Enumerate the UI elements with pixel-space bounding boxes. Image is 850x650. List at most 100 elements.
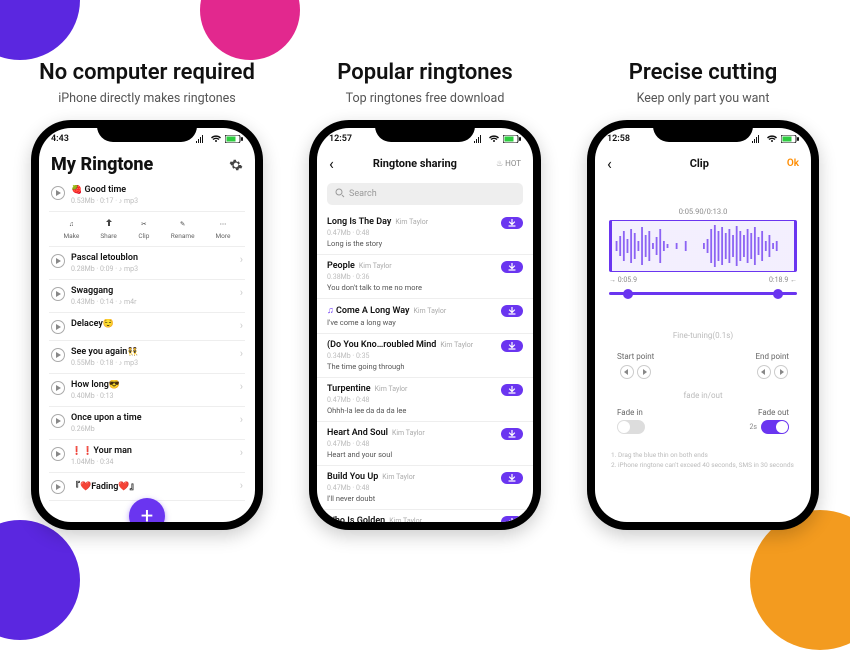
back-button[interactable]: ‹ (329, 154, 334, 173)
chevron-right-icon: › (240, 253, 243, 266)
download-button[interactable] (501, 305, 523, 317)
play-icon[interactable] (51, 320, 65, 334)
play-icon[interactable] (51, 348, 65, 362)
download-button[interactable] (501, 340, 523, 352)
action-share[interactable]: Share (100, 218, 117, 240)
play-icon[interactable] (51, 254, 65, 268)
panel-heading: Precise cutting (629, 60, 778, 85)
action-make[interactable]: ♫Make (63, 218, 79, 240)
panel-subheading: Keep only part you want (637, 91, 770, 106)
play-icon[interactable] (51, 186, 65, 200)
chevron-right-icon: › (240, 479, 243, 492)
screen-title: Ringtone sharing (373, 157, 457, 170)
music-icon: ♫ (65, 218, 77, 230)
slider-end-handle[interactable] (773, 289, 783, 299)
hot-button[interactable]: ♨HOT (496, 159, 521, 168)
waveform[interactable] (609, 220, 797, 272)
song-artist: Kim Taylor (392, 429, 425, 437)
ok-button[interactable]: Ok (787, 158, 799, 169)
song-row[interactable]: Delacey😌 › (49, 313, 245, 341)
add-button[interactable]: + (129, 498, 165, 522)
action-bar: ♫Make Share ✂Clip ✎Rename ⋯More (49, 212, 245, 247)
search-icon (335, 188, 345, 201)
song-row[interactable]: 『❤️Fading❤️』 › (49, 473, 245, 501)
more-icon: ⋯ (217, 218, 229, 230)
scissors-icon: ✂ (138, 218, 150, 230)
settings-icon[interactable] (229, 158, 243, 172)
song-row[interactable]: Swaggang0.43Mb · 0:14 · ♪ m4r › (49, 280, 245, 313)
song-row[interactable]: Who Is GoldenKim Taylor0.26Mb · 0:28Hey … (317, 510, 533, 522)
song-meta: 0.26Mb (71, 425, 234, 433)
song-row[interactable]: ❗️❗️Your man1.04Mb · 0:34 › (49, 440, 245, 473)
slider-start-handle[interactable] (623, 289, 633, 299)
play-icon[interactable] (51, 480, 65, 494)
song-meta: 0.47Mb · 0:48 (327, 484, 495, 492)
clock: 4:43 (51, 134, 69, 144)
play-icon[interactable] (51, 414, 65, 428)
screen-title: Clip (690, 157, 709, 170)
song-title: Heart And SoulKim Taylor (327, 428, 495, 438)
end-plus-button[interactable] (774, 365, 788, 379)
fadeout-toggle[interactable] (761, 420, 789, 434)
download-button[interactable] (501, 217, 523, 229)
song-meta: 0.38Mb · 0:36 (327, 273, 495, 281)
song-title: How long😎 (71, 380, 234, 390)
song-artist: Kim Taylor (389, 517, 422, 522)
song-row[interactable]: Build You UpKim Taylor0.47Mb · 0:48I'll … (317, 466, 533, 510)
search-input[interactable]: Search (327, 183, 523, 205)
plus-icon: + (141, 504, 153, 523)
signal-icon (751, 135, 763, 143)
song-row[interactable]: How long😎 0.40Mb · 0:13 › (49, 374, 245, 407)
action-clip[interactable]: ✂Clip (138, 218, 150, 240)
play-icon[interactable] (51, 447, 65, 461)
selected-song-row[interactable]: 🍓 Good time 0.53Mb · 0:17 · ♪ mp3 (49, 179, 245, 212)
pencil-icon: ✎ (177, 218, 189, 230)
signal-icon (195, 135, 207, 143)
wifi-icon (766, 135, 778, 143)
tips: 1. Drag the blue thin on both ends 2. iP… (611, 450, 795, 471)
action-more[interactable]: ⋯More (215, 218, 230, 240)
startpoint-label: Start point (617, 352, 654, 361)
fadeout-label: Fade out (758, 408, 789, 417)
chevron-right-icon: › (240, 347, 243, 360)
song-row[interactable]: Heart And SoulKim Taylor0.47Mb · 0:48Hea… (317, 422, 533, 466)
song-title: Delacey😌 (71, 319, 234, 329)
song-row[interactable]: (Do You Kno…roubled MindKim Taylor0.34Mb… (317, 334, 533, 378)
song-row[interactable]: ♫ Come A Long WayKim TaylorI've come a l… (317, 299, 533, 334)
song-row[interactable]: TurpentineKim Taylor0.47Mb · 0:48Ohhh-la… (317, 378, 533, 422)
panel-subheading: iPhone directly makes ringtones (58, 91, 236, 106)
song-meta: 0.55Mb · 0:18 · ♪ mp3 (71, 359, 234, 367)
panel-heading: Popular ringtones (337, 60, 512, 85)
download-button[interactable] (501, 384, 523, 396)
download-button[interactable] (501, 428, 523, 440)
song-artist: Kim Taylor (395, 218, 428, 226)
action-rename[interactable]: ✎Rename (171, 218, 195, 240)
song-row[interactable]: Once upon a time0.26Mb › (49, 407, 245, 440)
clip-slider[interactable] (609, 292, 797, 295)
song-row[interactable]: PeopleKim Taylor0.38Mb · 0:36You don't t… (317, 255, 533, 299)
back-button[interactable]: ‹ (607, 154, 612, 173)
chevron-right-icon: › (240, 380, 243, 393)
end-minus-button[interactable] (757, 365, 771, 379)
song-row[interactable]: Pascal letoublon0.28Mb · 0:09 · ♪ mp3 › (49, 247, 245, 280)
panel-clip: Precise cutting Keep only part you want … (578, 20, 828, 530)
song-title: Swaggang (71, 286, 234, 296)
clip-start-time: → 0:05.9 (609, 276, 637, 284)
fadein-toggle[interactable] (617, 420, 645, 434)
play-icon[interactable] (51, 381, 65, 395)
fade-section-label: fade in/out (595, 391, 811, 400)
start-plus-button[interactable] (637, 365, 651, 379)
song-artist: Kim Taylor (375, 385, 408, 393)
song-title: TurpentineKim Taylor (327, 384, 495, 394)
song-row[interactable]: See you again👯0.55Mb · 0:18 · ♪ mp3 › (49, 341, 245, 374)
chevron-right-icon: › (240, 286, 243, 299)
song-meta: 0.40Mb · 0:13 (71, 392, 234, 400)
download-button[interactable] (501, 261, 523, 273)
download-button[interactable] (501, 516, 523, 522)
song-row[interactable]: Long Is The DayKim Taylor0.47Mb · 0:48Lo… (317, 211, 533, 255)
music-icon: ♫ (327, 306, 334, 316)
play-icon[interactable] (51, 287, 65, 301)
share-icon (103, 218, 115, 230)
download-button[interactable] (501, 472, 523, 484)
start-minus-button[interactable] (620, 365, 634, 379)
